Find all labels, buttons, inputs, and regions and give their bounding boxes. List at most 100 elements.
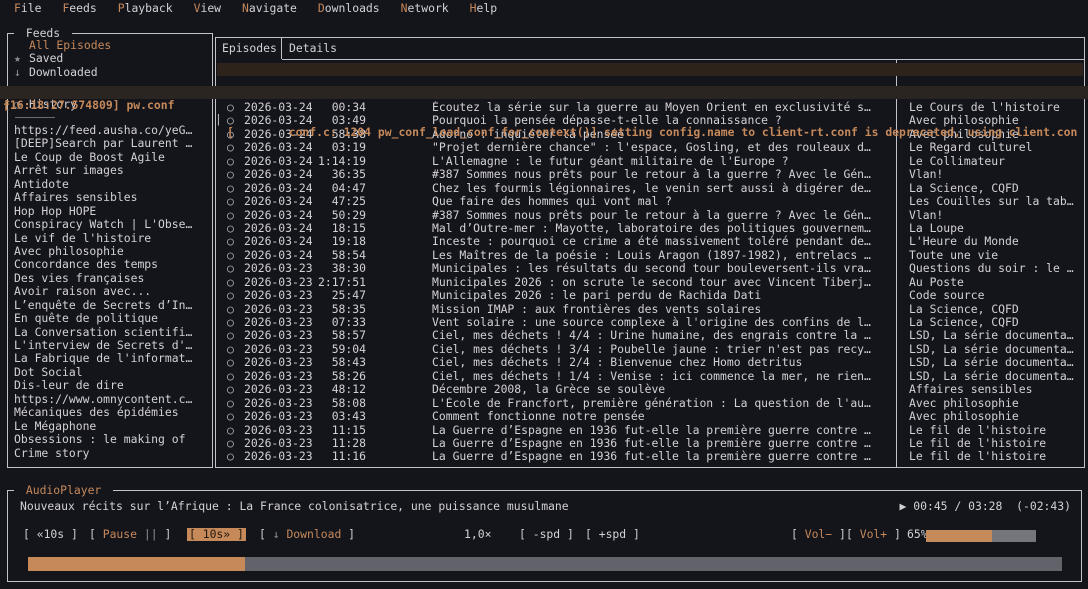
pause-button[interactable]: [ Pause || ] xyxy=(89,528,171,541)
progress-bar[interactable] xyxy=(28,557,1062,571)
feed-item[interactable]: L’enquête de Secrets d’In… xyxy=(8,299,211,312)
unplayed-circle-icon: ○ xyxy=(227,343,234,356)
menu-item-label: avigate xyxy=(249,1,297,15)
menu-item-playback[interactable]: Playback xyxy=(118,2,173,15)
episode-row[interactable]: ○2026-03-2325:47Municipales 2026 : le pa… xyxy=(217,289,1083,302)
seek-back-button[interactable]: [ «10s ] xyxy=(23,528,78,541)
feed-item[interactable]: Concordance des temps xyxy=(8,258,211,271)
stderr-timestamp: [16:18:27.574809] pw.conf xyxy=(3,99,174,112)
feed-item[interactable]: La Conversation scientifi… xyxy=(8,326,211,339)
episode-date: 2026-03-23 xyxy=(244,289,313,302)
feed-item[interactable]: https://feed.ausha.co/yeG… xyxy=(8,124,211,137)
episode-row[interactable]: ○2026-03-2358:43Ciel, mes déchets ! 2/4 … xyxy=(217,356,1083,369)
tab-episodes[interactable]: Episodes xyxy=(216,38,282,59)
episode-date: 2026-03-24 xyxy=(244,101,313,114)
menu-item-network[interactable]: Network xyxy=(401,2,449,15)
feed-item[interactable]: Mécaniques des épidémies xyxy=(8,406,211,419)
episode-date: 2026-03-23 xyxy=(244,329,313,342)
seek-forward-button[interactable]: [ 10s» ] xyxy=(187,528,246,541)
unplayed-circle-icon: ○ xyxy=(227,222,234,235)
sidebar-item-saved[interactable]: ★Saved xyxy=(8,52,211,65)
episode-row[interactable]: ○2026-03-2311:15La Guerre d’Espagne en 1… xyxy=(217,424,1083,437)
episode-row[interactable]: ○2026-03-2419:18Inceste : pourquoi ce cr… xyxy=(217,235,1083,248)
feed-item[interactable]: Le vif de l'histoire xyxy=(8,232,211,245)
volume-bar[interactable] xyxy=(926,530,1036,542)
episode-row[interactable]: ○2026-03-2400:34Écoutez la série sur la … xyxy=(217,101,1083,114)
speed-down-button[interactable]: [ -spd ] xyxy=(519,528,574,541)
feed-item[interactable]: L'interview de Secrets d'… xyxy=(8,339,211,352)
menu-item-downloads[interactable]: Downloads xyxy=(318,2,380,15)
episode-date: 2026-03-23 xyxy=(244,397,313,410)
episode-title: Mal d’Outre-mer : Mayotte, laboratoire d… xyxy=(432,222,887,235)
episode-row[interactable]: ○2026-03-2338:30Municipales : les résult… xyxy=(217,262,1083,275)
episode-row[interactable]: ○2026-03-2447:25Que faire des hommes qui… xyxy=(217,195,1083,208)
feed-item[interactable]: Arrêt sur images xyxy=(8,164,211,177)
episode-row[interactable]: ○2026-03-2403:19"Projet dernière chance"… xyxy=(217,141,1083,154)
episode-title: Vent solaire : une source complexe à l'o… xyxy=(432,316,887,329)
feed-item[interactable]: Obsessions : le making of xyxy=(8,433,211,446)
volume-down-button[interactable]: [ Vol− ] xyxy=(791,528,846,541)
episode-row[interactable]: ○2026-03-2348:12Décembre 2008, la Grèce … xyxy=(217,383,1083,396)
feed-item[interactable]: Le Coup de Boost Agile xyxy=(8,151,211,164)
episode-row[interactable]: ○2026-03-2458:54Les Maîtres de la poésie… xyxy=(217,249,1083,262)
episode-row-selected[interactable]: ▶ ◔ 2026-03-27 03:28 Nouveaux récits sur… xyxy=(217,63,1083,76)
speed-up-button[interactable]: [ +spd ] xyxy=(585,528,640,541)
feed-item[interactable]: Dot Social xyxy=(8,366,211,379)
episode-row[interactable]: ○2026-03-2418:15Mal d’Outre-mer : Mayott… xyxy=(217,222,1083,235)
episode-date: 2026-03-24 xyxy=(244,209,313,222)
feed-item[interactable]: En quête de politique xyxy=(8,312,211,325)
menu-item-label: iew xyxy=(200,1,221,15)
episode-row[interactable]: ○2026-03-2311:28La Guerre d’Espagne en 1… xyxy=(217,437,1083,450)
stderr-divider: | xyxy=(215,113,222,126)
feed-item[interactable]: [DEEP]Search par Laurent … xyxy=(8,137,211,150)
feed-item[interactable]: Dis-leur de dire xyxy=(8,379,211,392)
sidebar-item-downloaded[interactable]: ↓Downloaded xyxy=(8,66,211,79)
episode-title: Mission IMAP : aux frontières des vents … xyxy=(432,303,887,316)
menu-item-view[interactable]: View xyxy=(194,2,221,15)
episode-row[interactable]: ○2026-03-2358:35Mission IMAP : aux front… xyxy=(217,303,1083,316)
bracket-open: [ xyxy=(189,527,203,541)
episode-duration: 04:47 xyxy=(307,182,366,195)
feed-item[interactable]: Le Mégaphone xyxy=(8,420,211,433)
menu-item-file[interactable]: File xyxy=(14,2,41,15)
menu-item-label: elp xyxy=(477,1,498,15)
feed-item[interactable]: https://www.omnycontent.c… xyxy=(8,393,211,406)
feed-item[interactable]: Affaires sensibles xyxy=(8,191,211,204)
feed-item[interactable]: Conspiracy Watch | L'Obse… xyxy=(8,218,211,231)
feed-item[interactable]: Avoir raison avec... xyxy=(8,285,211,298)
feed-item[interactable]: Crime story xyxy=(8,447,211,460)
menu-item-feeds[interactable]: Feeds xyxy=(62,2,96,15)
episode-row[interactable]: ○2026-03-2359:04Ciel, mes déchets ! 3/4 … xyxy=(217,343,1083,356)
sidebar-item-all-episodes[interactable]: All Episodes xyxy=(8,39,211,52)
feed-item[interactable]: La Fabrique de l'informat… xyxy=(8,352,211,365)
episode-title: Municipales : les résultats du second to… xyxy=(432,262,887,275)
bracket-open: [ xyxy=(259,527,273,541)
tab-details[interactable]: Details xyxy=(283,38,343,59)
feed-item[interactable]: Avec philosophie xyxy=(8,245,211,258)
feed-item[interactable]: Des vies françaises xyxy=(8,272,211,285)
episode-row[interactable]: ○2026-03-2307:33Vent solaire : une sourc… xyxy=(217,316,1083,329)
episode-row[interactable]: ○2026-03-2436:35#387 Sommes nous prêts p… xyxy=(217,168,1083,181)
download-button[interactable]: [ ↓ Download ] xyxy=(259,528,355,541)
episode-row[interactable]: ○2026-03-2358:08L'École de Francfort, pr… xyxy=(217,397,1083,410)
menu-item-navigate[interactable]: Navigate xyxy=(242,2,297,15)
episode-row[interactable]: ○2026-03-241:14:19L'Allemagne : le futur… xyxy=(217,155,1083,168)
unplayed-circle-icon: ○ xyxy=(227,289,234,302)
menu-item-help[interactable]: Help xyxy=(470,2,497,15)
feed-item[interactable]: Antidote xyxy=(8,178,211,191)
volume-up-button[interactable]: [ Vol+ ] xyxy=(846,528,901,541)
unplayed-circle-icon: ○ xyxy=(227,383,234,396)
episode-row[interactable]: ○2026-03-2358:57Ciel, mes déchets ! 4/4 … xyxy=(217,329,1083,342)
episode-row[interactable]: ○2026-03-232:17:51Municipales 2026 : on … xyxy=(217,276,1083,289)
feed-item[interactable]: Hop Hop HOPE xyxy=(8,205,211,218)
episode-row[interactable]: ○2026-03-2311:16La Guerre d’Espagne en 1… xyxy=(217,450,1083,463)
episode-row[interactable]: ○2026-03-2450:29#387 Sommes nous prêts p… xyxy=(217,209,1083,222)
episode-date: 2026-03-23 xyxy=(244,450,313,463)
episode-date: 2026-03-24 xyxy=(244,249,313,262)
episode-title: "Projet dernière chance" : l'espace, Gos… xyxy=(432,141,887,154)
episode-row[interactable]: ○2026-03-2358:26Ciel, mes déchets ! 1/4 … xyxy=(217,370,1083,383)
episode-row[interactable]: ○2026-03-2404:47Chez les fourmis légionn… xyxy=(217,182,1083,195)
episode-duration: 58:26 xyxy=(307,370,366,383)
episode-title: Municipales 2026 : on scrute le second t… xyxy=(432,276,887,289)
episode-row[interactable]: ○2026-03-2303:43Comment fonctionne notre… xyxy=(217,410,1083,423)
